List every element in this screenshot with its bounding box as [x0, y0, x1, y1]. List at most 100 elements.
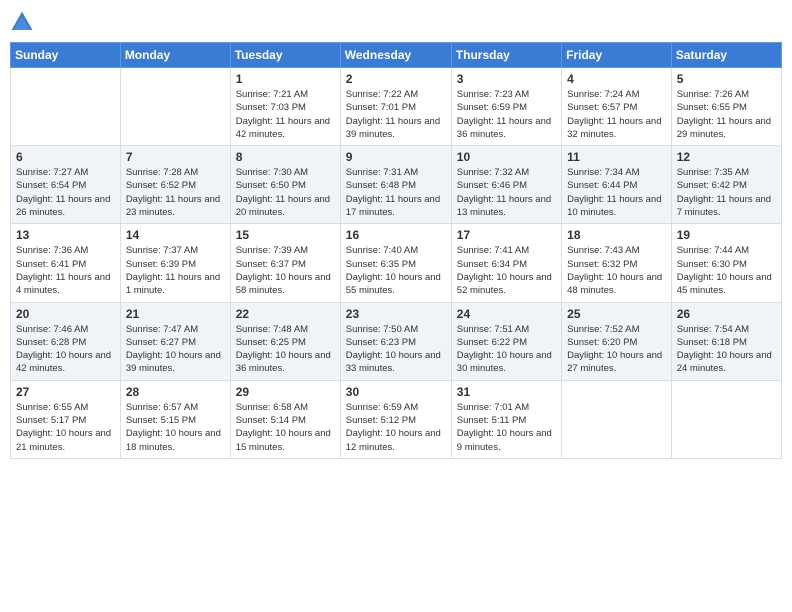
day-number: 19	[677, 228, 776, 242]
day-info: Sunrise: 7:30 AMSunset: 6:50 PMDaylight:…	[236, 166, 335, 219]
day-number: 29	[236, 385, 335, 399]
day-info: Sunrise: 7:37 AMSunset: 6:39 PMDaylight:…	[126, 244, 225, 297]
day-info: Sunrise: 6:57 AMSunset: 5:15 PMDaylight:…	[126, 401, 225, 454]
day-number: 9	[346, 150, 446, 164]
day-info: Sunrise: 7:21 AMSunset: 7:03 PMDaylight:…	[236, 88, 335, 141]
calendar-header: SundayMondayTuesdayWednesdayThursdayFrid…	[11, 43, 782, 68]
day-info: Sunrise: 7:26 AMSunset: 6:55 PMDaylight:…	[677, 88, 776, 141]
calendar-cell: 2 Sunrise: 7:22 AMSunset: 7:01 PMDaylight…	[340, 68, 451, 146]
day-number: 21	[126, 307, 225, 321]
page-header	[10, 10, 782, 34]
day-number: 5	[677, 72, 776, 86]
day-info: Sunrise: 6:55 AMSunset: 5:17 PMDaylight:…	[16, 401, 115, 454]
day-info: Sunrise: 7:31 AMSunset: 6:48 PMDaylight:…	[346, 166, 446, 219]
day-info: Sunrise: 7:23 AMSunset: 6:59 PMDaylight:…	[457, 88, 556, 141]
day-number: 25	[567, 307, 666, 321]
day-info: Sunrise: 7:35 AMSunset: 6:42 PMDaylight:…	[677, 166, 776, 219]
day-number: 10	[457, 150, 556, 164]
calendar-cell	[11, 68, 121, 146]
calendar-cell: 27Sunrise: 6:55 AMSunset: 5:17 PMDayligh…	[11, 380, 121, 458]
day-number: 22	[236, 307, 335, 321]
day-number: 23	[346, 307, 446, 321]
day-number: 15	[236, 228, 335, 242]
day-number: 1	[236, 72, 335, 86]
day-info: Sunrise: 7:40 AMSunset: 6:35 PMDaylight:…	[346, 244, 446, 297]
calendar-cell: 26 Sunrise: 7:54 AMSunset: 6:18 PMDayligh…	[671, 302, 781, 380]
header-day-saturday: Saturday	[671, 43, 781, 68]
day-number: 24	[457, 307, 556, 321]
day-number: 8	[236, 150, 335, 164]
calendar-cell: 24 Sunrise: 7:51 AMSunset: 6:22 PMDayligh…	[451, 302, 561, 380]
day-number: 14	[126, 228, 225, 242]
day-number: 12	[677, 150, 776, 164]
header-day-sunday: Sunday	[11, 43, 121, 68]
day-info: Sunrise: 7:48 AMSunset: 6:25 PMDaylight:…	[236, 323, 335, 376]
header-day-wednesday: Wednesday	[340, 43, 451, 68]
day-number: 20	[16, 307, 115, 321]
calendar-cell: 11 Sunrise: 7:34 AMSunset: 6:44 PMDayligh…	[562, 146, 672, 224]
day-number: 3	[457, 72, 556, 86]
header-day-monday: Monday	[120, 43, 230, 68]
day-info: Sunrise: 7:32 AMSunset: 6:46 PMDaylight:…	[457, 166, 556, 219]
week-row-5: 27Sunrise: 6:55 AMSunset: 5:17 PMDayligh…	[11, 380, 782, 458]
calendar-cell: 25Sunrise: 7:52 AMSunset: 6:20 PMDayligh…	[562, 302, 672, 380]
calendar-cell: 29 Sunrise: 6:58 AMSunset: 5:14 PMDayligh…	[230, 380, 340, 458]
calendar-cell: 17 Sunrise: 7:41 AMSunset: 6:34 PMDayligh…	[451, 224, 561, 302]
day-number: 30	[346, 385, 446, 399]
week-row-3: 13Sunrise: 7:36 AMSunset: 6:41 PMDayligh…	[11, 224, 782, 302]
day-info: Sunrise: 7:44 AMSunset: 6:30 PMDaylight:…	[677, 244, 776, 297]
header-day-friday: Friday	[562, 43, 672, 68]
header-day-tuesday: Tuesday	[230, 43, 340, 68]
day-info: Sunrise: 7:51 AMSunset: 6:22 PMDaylight:…	[457, 323, 556, 376]
calendar-cell: 31 Sunrise: 7:01 AMSunset: 5:11 PMDayligh…	[451, 380, 561, 458]
day-number: 2	[346, 72, 446, 86]
calendar-cell	[562, 380, 672, 458]
calendar-cell: 12 Sunrise: 7:35 AMSunset: 6:42 PMDayligh…	[671, 146, 781, 224]
calendar-cell: 4Sunrise: 7:24 AMSunset: 6:57 PMDaylight…	[562, 68, 672, 146]
calendar-cell: 5 Sunrise: 7:26 AMSunset: 6:55 PMDaylight…	[671, 68, 781, 146]
day-number: 7	[126, 150, 225, 164]
calendar-cell: 28Sunrise: 6:57 AMSunset: 5:15 PMDayligh…	[120, 380, 230, 458]
calendar-cell: 10 Sunrise: 7:32 AMSunset: 6:46 PMDayligh…	[451, 146, 561, 224]
day-number: 31	[457, 385, 556, 399]
calendar-cell: 7Sunrise: 7:28 AMSunset: 6:52 PMDaylight…	[120, 146, 230, 224]
day-info: Sunrise: 7:41 AMSunset: 6:34 PMDaylight:…	[457, 244, 556, 297]
day-info: Sunrise: 7:27 AMSunset: 6:54 PMDaylight:…	[16, 166, 115, 219]
day-number: 26	[677, 307, 776, 321]
calendar-cell: 18 Sunrise: 7:43 AMSunset: 6:32 PMDayligh…	[562, 224, 672, 302]
calendar-cell: 19 Sunrise: 7:44 AMSunset: 6:30 PMDayligh…	[671, 224, 781, 302]
calendar-cell: 9 Sunrise: 7:31 AMSunset: 6:48 PMDaylight…	[340, 146, 451, 224]
calendar-cell: 22 Sunrise: 7:48 AMSunset: 6:25 PMDayligh…	[230, 302, 340, 380]
day-info: Sunrise: 7:43 AMSunset: 6:32 PMDaylight:…	[567, 244, 666, 297]
week-row-2: 6 Sunrise: 7:27 AMSunset: 6:54 PMDaylight…	[11, 146, 782, 224]
day-info: Sunrise: 6:59 AMSunset: 5:12 PMDaylight:…	[346, 401, 446, 454]
logo	[10, 10, 38, 34]
day-number: 16	[346, 228, 446, 242]
day-number: 17	[457, 228, 556, 242]
day-info: Sunrise: 7:46 AMSunset: 6:28 PMDaylight:…	[16, 323, 115, 376]
calendar-cell: 13Sunrise: 7:36 AMSunset: 6:41 PMDayligh…	[11, 224, 121, 302]
day-number: 6	[16, 150, 115, 164]
day-info: Sunrise: 7:22 AMSunset: 7:01 PMDaylight:…	[346, 88, 446, 141]
day-info: Sunrise: 7:01 AMSunset: 5:11 PMDaylight:…	[457, 401, 556, 454]
week-row-4: 20 Sunrise: 7:46 AMSunset: 6:28 PMDayligh…	[11, 302, 782, 380]
logo-icon	[10, 10, 34, 34]
week-row-1: 1 Sunrise: 7:21 AMSunset: 7:03 PMDaylight…	[11, 68, 782, 146]
day-info: Sunrise: 7:24 AMSunset: 6:57 PMDaylight:…	[567, 88, 666, 141]
day-info: Sunrise: 7:47 AMSunset: 6:27 PMDaylight:…	[126, 323, 225, 376]
header-day-thursday: Thursday	[451, 43, 561, 68]
day-number: 18	[567, 228, 666, 242]
calendar-cell: 6 Sunrise: 7:27 AMSunset: 6:54 PMDaylight…	[11, 146, 121, 224]
day-info: Sunrise: 6:58 AMSunset: 5:14 PMDaylight:…	[236, 401, 335, 454]
day-info: Sunrise: 7:36 AMSunset: 6:41 PMDaylight:…	[16, 244, 115, 297]
day-number: 11	[567, 150, 666, 164]
header-row: SundayMondayTuesdayWednesdayThursdayFrid…	[11, 43, 782, 68]
calendar-body: 1 Sunrise: 7:21 AMSunset: 7:03 PMDaylight…	[11, 68, 782, 459]
calendar-cell: 1 Sunrise: 7:21 AMSunset: 7:03 PMDaylight…	[230, 68, 340, 146]
calendar-cell	[671, 380, 781, 458]
day-info: Sunrise: 7:34 AMSunset: 6:44 PMDaylight:…	[567, 166, 666, 219]
calendar-cell	[120, 68, 230, 146]
day-info: Sunrise: 7:54 AMSunset: 6:18 PMDaylight:…	[677, 323, 776, 376]
calendar-cell: 21 Sunrise: 7:47 AMSunset: 6:27 PMDayligh…	[120, 302, 230, 380]
calendar-cell: 14 Sunrise: 7:37 AMSunset: 6:39 PMDayligh…	[120, 224, 230, 302]
